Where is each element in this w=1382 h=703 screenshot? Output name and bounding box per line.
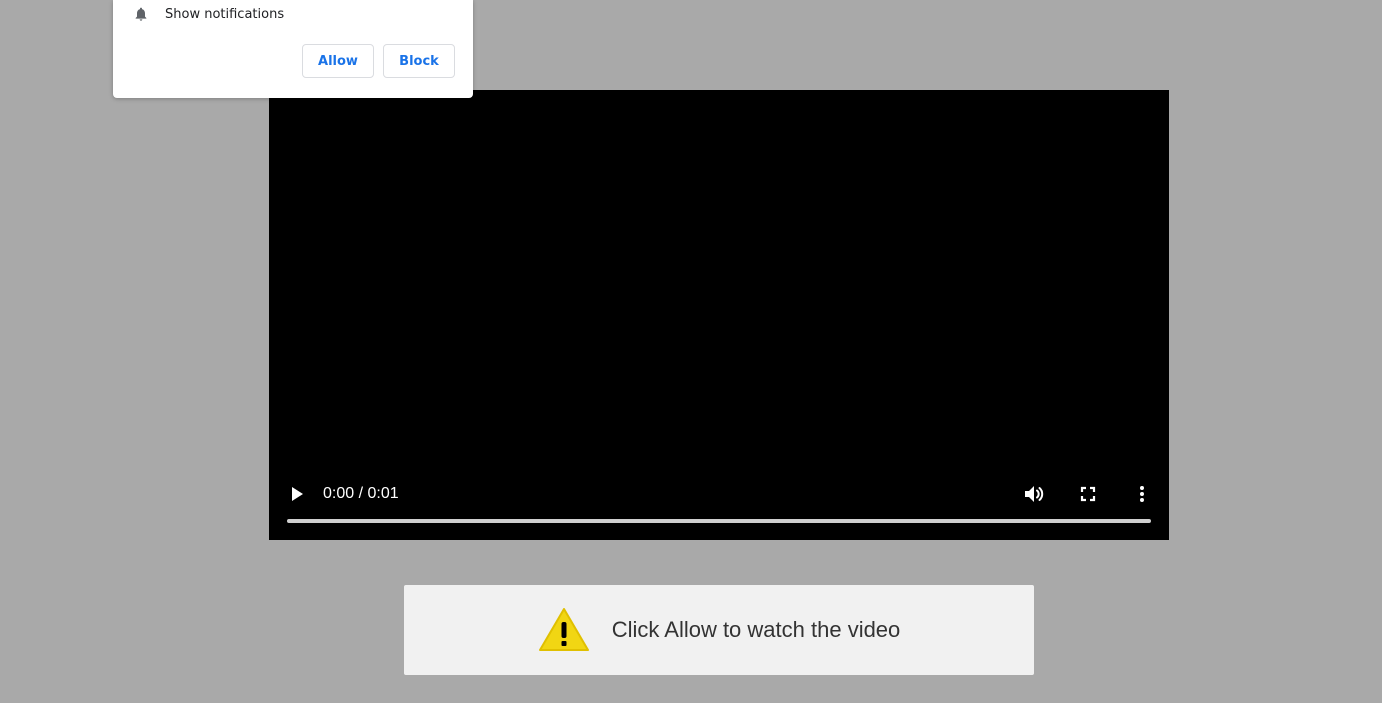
play-icon[interactable] [287, 484, 307, 504]
page: Show notifications Allow Block 0:00 / 0:… [0, 0, 1382, 703]
volume-icon[interactable] [1022, 482, 1046, 506]
block-button[interactable]: Block [383, 44, 455, 78]
video-player[interactable]: 0:00 / 0:01 [269, 90, 1169, 540]
notification-request-text: Show notifications [165, 6, 285, 22]
warning-icon [538, 608, 589, 651]
time-display: 0:00 / 0:01 [323, 485, 399, 502]
video-controls: 0:00 / 0:01 [269, 468, 1169, 540]
more-vertical-icon[interactable] [1130, 482, 1154, 506]
notification-permission-popup: Show notifications Allow Block [113, 0, 473, 98]
fullscreen-icon[interactable] [1076, 482, 1100, 506]
notification-request-row: Show notifications [133, 4, 284, 24]
progress-bar[interactable] [287, 519, 1151, 523]
allow-button[interactable]: Allow [302, 44, 374, 78]
prompt-message: Click Allow to watch the video [611, 617, 901, 642]
allow-prompt-box: Click Allow to watch the video [404, 585, 1034, 675]
bell-icon [135, 7, 147, 21]
